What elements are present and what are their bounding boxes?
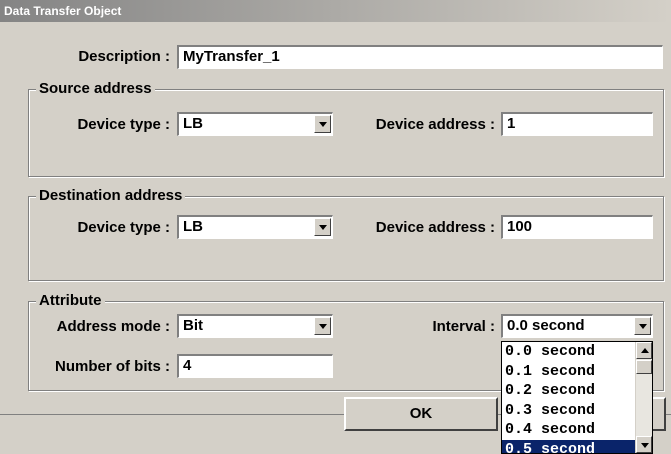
interval-value: 0.0 second [507,317,585,334]
chevron-down-icon [319,122,327,127]
interval-select[interactable]: 0.0 second [501,314,653,338]
attribute-title: Attribute [36,292,105,310]
window-title: Data Transfer Object [4,4,122,18]
address-mode-value: Bit [183,317,203,334]
dropdown-scrollbar[interactable] [635,342,652,453]
destination-device-type-select[interactable]: LB [177,215,333,239]
interval-option[interactable]: 0.5 second [502,439,652,453]
scroll-up-button[interactable] [636,342,652,359]
interval-option[interactable]: 0.2 second [502,381,652,401]
destination-device-type-value: LB [183,218,203,235]
interval-option[interactable]: 0.4 second [502,420,652,440]
scroll-down-button[interactable] [636,436,652,453]
interval-option[interactable]: 0.0 second [502,342,652,362]
ok-button[interactable]: OK [344,397,498,431]
number-of-bits-label: Number of bits : [55,358,170,375]
chevron-down-icon [641,443,649,448]
interval-option[interactable]: 0.3 second [502,401,652,421]
chevron-down-icon [639,324,647,329]
source-device-type-label: Device type : [77,116,170,133]
address-mode-label: Address mode : [56,318,170,335]
interval-dropdown-list[interactable]: 0.0 second 0.1 second 0.2 second 0.3 second… [501,341,653,454]
source-device-type-value: LB [183,115,203,132]
scroll-thumb[interactable] [636,360,652,374]
interval-dropdown-button[interactable] [634,317,651,335]
source-device-type-dropdown-button[interactable] [314,115,331,133]
window-title-bar: Data Transfer Object [0,0,671,22]
destination-device-type-dropdown-button[interactable] [314,218,331,236]
description-input[interactable]: MyTransfer_1 [177,45,663,69]
chevron-up-icon [641,348,649,353]
source-device-address-label: Device address : [375,116,495,133]
chevron-down-icon [319,225,327,230]
address-mode-select[interactable]: Bit [177,314,333,338]
chevron-down-icon [319,324,327,329]
destination-device-address-label: Device address : [375,219,495,236]
interval-option[interactable]: 0.1 second [502,362,652,382]
interval-label: Interval : [432,318,495,335]
interval-options: 0.0 second 0.1 second 0.2 second 0.3 second… [502,342,652,453]
source-address-title: Source address [36,80,155,98]
number-of-bits-input[interactable]: 4 [177,354,333,378]
source-device-address-input[interactable]: 1 [501,112,653,136]
destination-device-type-label: Device type : [77,219,170,236]
destination-device-address-input[interactable]: 100 [501,215,653,239]
destination-address-title: Destination address [36,187,186,205]
description-label: Description : [78,48,170,65]
source-device-type-select[interactable]: LB [177,112,333,136]
address-mode-dropdown-button[interactable] [314,317,331,335]
